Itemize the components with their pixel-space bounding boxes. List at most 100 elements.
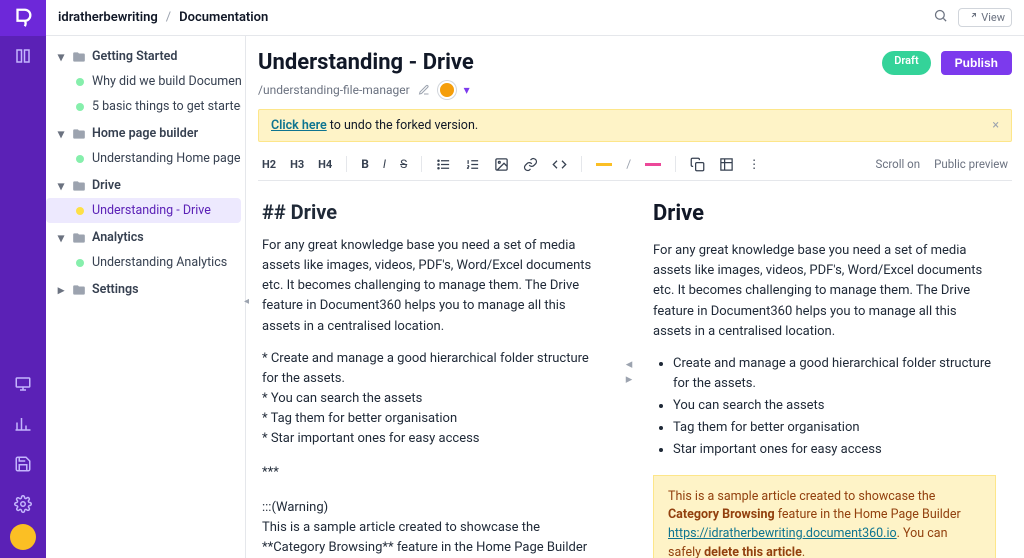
status-dot-icon (76, 103, 84, 111)
editor-bullet: * Create and manage a good hierarchical … (262, 349, 605, 389)
rail-monitor-icon[interactable] (0, 364, 46, 404)
more-button[interactable]: ⋮ (748, 157, 760, 171)
status-dot-icon (76, 78, 84, 86)
sidebar-group-getting-started[interactable]: ▾ Getting Started (46, 44, 241, 69)
sidebar-item-active[interactable]: Understanding - Drive (46, 198, 241, 223)
editor-heading: ## Drive (262, 197, 605, 228)
sidebar-item-label: Understanding Analytics (92, 255, 227, 270)
search-icon[interactable] (933, 8, 948, 27)
rail-analytics-icon[interactable] (0, 404, 46, 444)
view-button[interactable]: View (958, 8, 1012, 27)
highlight-clear-button[interactable]: / (626, 157, 631, 171)
close-icon[interactable]: × (992, 118, 999, 133)
chevron-left-icon: ◂ (626, 357, 633, 372)
editor-hr: *** (262, 463, 605, 483)
split-handle[interactable]: ◂ ▸ (621, 185, 637, 558)
page-title: Understanding - Drive (258, 50, 474, 75)
sidebar-group-settings[interactable]: ▸ Settings (46, 277, 241, 302)
bullet-list-button[interactable] (436, 157, 451, 172)
breadcrumb-separator: / (166, 10, 171, 25)
sidebar-group-label: Analytics (92, 230, 144, 245)
h3-button[interactable]: H3 (290, 158, 304, 171)
editor-bullet: * Star important ones for easy access (262, 429, 605, 449)
preview-paragraph: For any great knowledge base you need a … (653, 241, 996, 342)
rail-docs-icon[interactable] (0, 36, 46, 76)
preview-list-item: Create and manage a good hierarchical fo… (673, 354, 996, 394)
preview-warning-callout: This is a sample article created to show… (653, 475, 996, 558)
folder-icon (72, 50, 86, 64)
preview-list-item: Star important ones for easy access (673, 440, 996, 460)
markdown-editor[interactable]: ## Drive For any great knowledge base yo… (258, 185, 621, 558)
undo-link[interactable]: Click here (271, 118, 327, 133)
editor-bullet: * Tag them for better organisation (262, 409, 605, 429)
sidebar-group-label: Home page builder (92, 126, 198, 141)
editor-bullet: * You can search the assets (262, 389, 605, 409)
sidebar-item-label: Understanding Home page bu… (92, 151, 241, 166)
sidebar-group-analytics[interactable]: ▾ Analytics (46, 225, 241, 250)
chevron-down-icon: ▾ (56, 52, 66, 62)
editor-warning-line: This is a sample article created to show… (262, 518, 605, 558)
sidebar-group-home-page-builder[interactable]: ▾ Home page builder (46, 121, 241, 146)
app-logo[interactable] (0, 0, 46, 36)
sidebar-item[interactable]: Why did we build Document3… (46, 69, 241, 94)
chevron-down-icon: ▾ (56, 129, 66, 139)
topbar: idratherbewriting / Documentation View (46, 0, 1024, 36)
status-dot-icon (76, 259, 84, 267)
sidebar: ▾ Getting Started Why did we build Docum… (46, 36, 246, 558)
sidebar-item[interactable]: Understanding Analytics (46, 250, 241, 275)
preview-warning-link[interactable]: https://idratherbewriting.document360.io (668, 526, 897, 541)
edit-slug-icon[interactable] (418, 84, 430, 96)
highlight-pink-button[interactable] (645, 163, 661, 166)
strike-button[interactable]: S (400, 157, 407, 171)
breadcrumb-section[interactable]: Documentation (179, 10, 268, 25)
sidebar-item-label: Why did we build Document3… (92, 74, 241, 89)
italic-button[interactable]: I (383, 157, 386, 171)
sidebar-collapse-handle[interactable]: ◂ (244, 296, 249, 307)
rail-settings-icon[interactable] (0, 484, 46, 524)
numbered-list-button[interactable] (465, 157, 480, 172)
sidebar-group-label: Settings (92, 282, 139, 297)
breadcrumb-workspace[interactable]: idratherbewriting (58, 10, 158, 25)
view-label: View (981, 11, 1005, 24)
status-badge[interactable]: Draft (882, 51, 930, 75)
status-dot-icon (76, 155, 84, 163)
code-button[interactable] (552, 157, 567, 172)
chevron-down-icon: ▾ (56, 181, 66, 191)
preview-list-item: You can search the assets (673, 396, 996, 416)
h2-button[interactable]: H2 (262, 158, 276, 171)
rail-save-icon[interactable] (0, 444, 46, 484)
content-area: ◂ Understanding - Drive Draft Publish /u… (246, 36, 1024, 558)
preview-heading: Drive (653, 197, 996, 231)
h4-button[interactable]: H4 (318, 158, 332, 171)
copy-button[interactable] (690, 157, 705, 172)
highlight-yellow-button[interactable] (596, 163, 612, 166)
chevron-right-icon: ▸ (56, 285, 66, 295)
preview-list: Create and manage a good hierarchical fo… (653, 354, 996, 461)
folder-icon (72, 283, 86, 297)
scroll-toggle[interactable]: Scroll on (876, 157, 921, 171)
sidebar-item-label: 5 basic things to get started (92, 99, 241, 114)
preview-pane: Drive For any great knowledge base you n… (637, 185, 1012, 558)
sidebar-group-label: Getting Started (92, 49, 177, 64)
bold-button[interactable]: B (361, 157, 369, 171)
page-slug: /understanding-file-manager (258, 83, 410, 97)
left-rail (0, 0, 46, 558)
link-button[interactable] (523, 157, 538, 172)
chevron-down-icon[interactable]: ▾ (464, 83, 470, 97)
editor-warning-open: :::(Warning) (262, 498, 605, 518)
publish-button[interactable]: Publish (941, 51, 1012, 75)
rail-user-avatar[interactable] (10, 524, 36, 550)
folder-icon (72, 231, 86, 245)
sidebar-item[interactable]: Understanding Home page bu… (46, 146, 241, 171)
public-preview-link[interactable]: Public preview (934, 157, 1008, 171)
sidebar-group-drive[interactable]: ▾ Drive (46, 173, 241, 198)
editor-paragraph: For any great knowledge base you need a … (262, 236, 605, 337)
image-button[interactable] (494, 157, 509, 172)
undo-banner: Click here to undo the forked version. × (258, 109, 1012, 142)
folder-icon (72, 127, 86, 141)
author-avatar[interactable] (438, 81, 456, 99)
sidebar-item-label: Understanding - Drive (92, 203, 211, 218)
table-button[interactable] (719, 157, 734, 172)
sidebar-item[interactable]: 5 basic things to get started (46, 94, 241, 119)
editor-toolbar: H2 H3 H4 B I S / (258, 148, 1012, 181)
